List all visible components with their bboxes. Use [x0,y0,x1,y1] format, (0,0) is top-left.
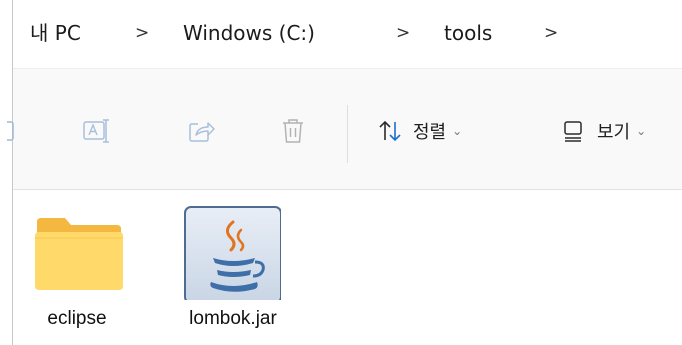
address-bar[interactable]: 내 PC > Windows (C:) > tools > [13,0,682,69]
sort-label: 정렬 [413,122,447,143]
trash-icon [283,119,303,143]
chevron-down-icon: ⌄ [452,124,463,138]
breadcrumb-item-this-pc[interactable]: 내 PC [30,19,81,47]
breadcrumb-separator-icon[interactable]: > [135,21,149,45]
delete-button[interactable] [273,113,313,149]
paste-icon[interactable] [7,119,19,143]
share-icon [189,122,215,142]
folder-icon [35,218,123,290]
sort-arrows-icon [379,120,401,142]
sort-button[interactable]: 정렬 ⌄ [377,115,462,147]
file-name: eclipse [47,308,107,329]
breadcrumb-separator-icon[interactable]: > [396,21,410,45]
view-label: 보기 [597,122,631,143]
view-button[interactable]: 보기 ⌄ [561,115,646,147]
breadcrumb-separator-icon[interactable]: > [544,21,558,45]
share-button[interactable] [181,113,221,149]
chevron-down-icon: ⌄ [636,124,647,138]
file-item-lombok-jar[interactable]: lombok.jar [161,200,281,340]
toolbar-divider [347,105,348,163]
file-item-eclipse[interactable]: eclipse [17,200,137,340]
breadcrumb-item-windows-c[interactable]: Windows (C:) [183,19,315,47]
command-bar: 정렬 ⌄ 보기 ⌄ [7,69,682,190]
java-jar-icon [184,206,281,300]
rename-button[interactable] [77,113,117,149]
rename-icon [83,119,109,143]
file-name: lombok.jar [189,308,277,329]
view-icon [564,121,582,142]
file-list: eclipse lombok.jar [13,190,682,345]
breadcrumb-item-tools[interactable]: tools [444,19,492,47]
